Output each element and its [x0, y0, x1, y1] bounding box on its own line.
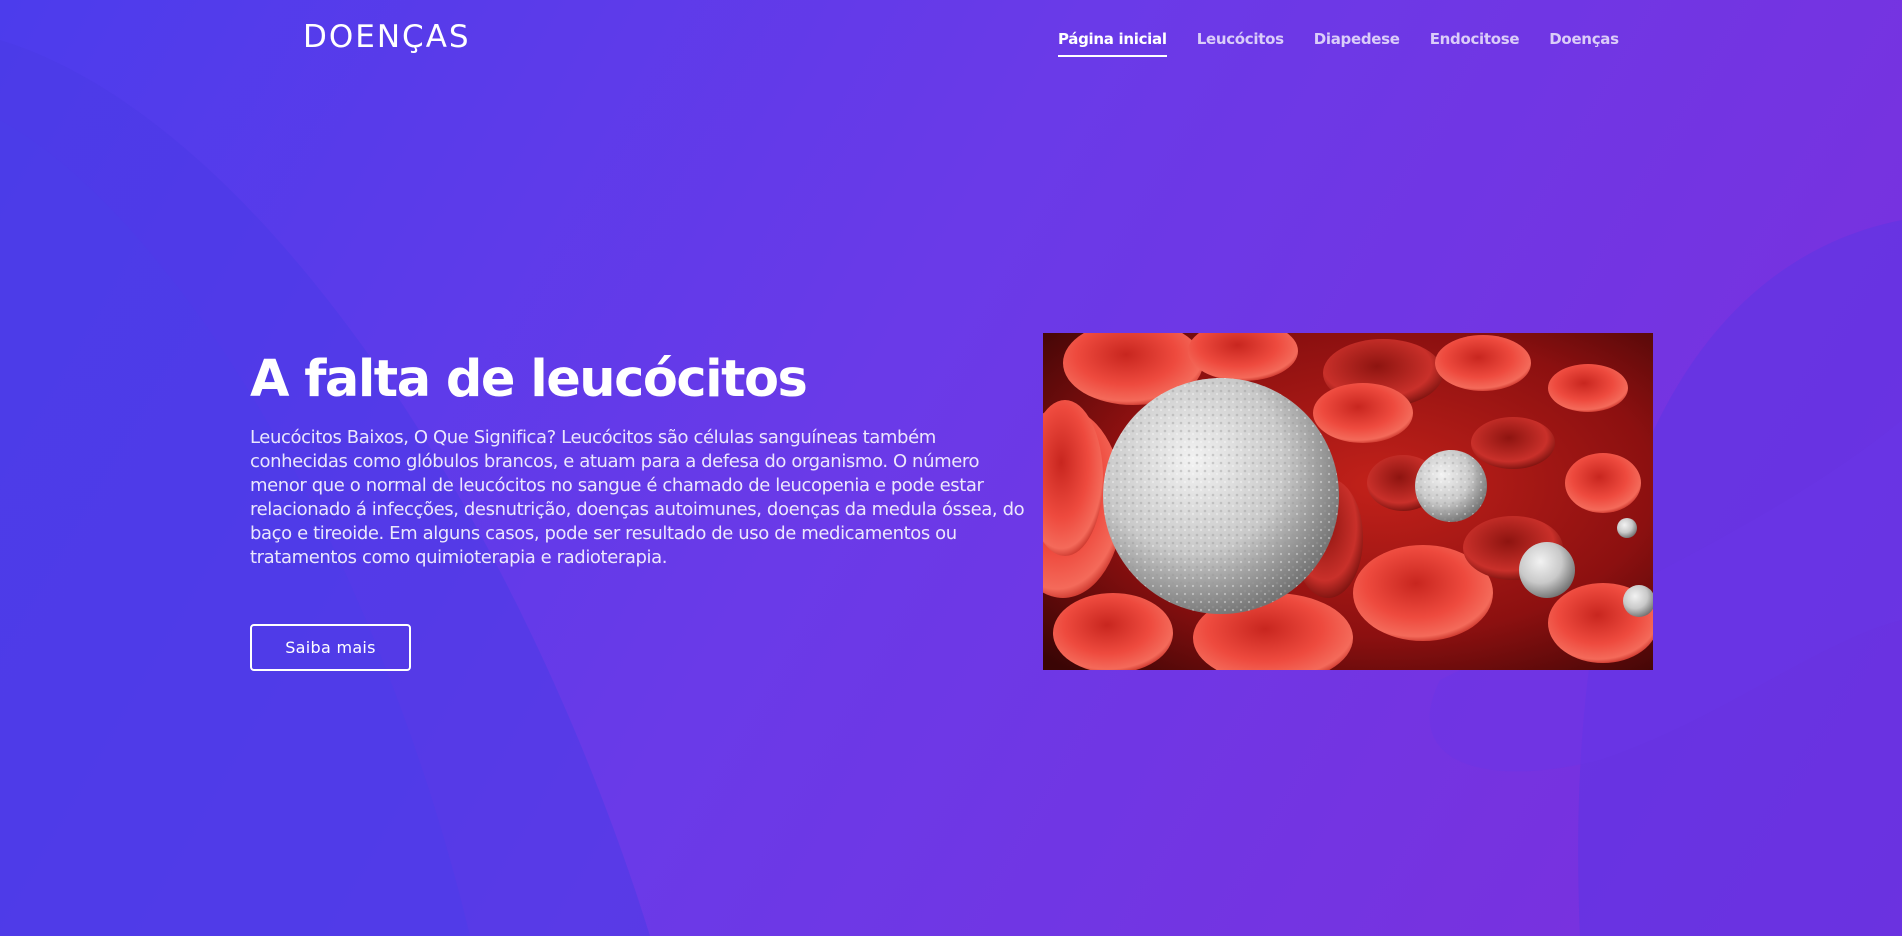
nav-item-leucocitos[interactable]: Leucócitos [1197, 30, 1284, 57]
nav-item-doencas[interactable]: Doenças [1549, 30, 1619, 57]
hero-title: A falta de leucócitos [250, 350, 808, 409]
saiba-mais-button[interactable]: Saiba mais [250, 624, 411, 671]
nav-item-diapedese[interactable]: Diapedese [1314, 30, 1400, 57]
blood-cells-image [1043, 333, 1653, 670]
hero-description: Leucócitos Baixos, O Que Significa? Leuc… [250, 427, 1025, 568]
brand-logo[interactable]: DOENÇAS [303, 22, 471, 53]
main-nav: Página inicial Leucócitos Diapedese Endo… [1058, 30, 1649, 57]
nav-item-pagina-inicial[interactable]: Página inicial [1058, 30, 1167, 57]
nav-item-endocitose[interactable]: Endocitose [1430, 30, 1520, 57]
